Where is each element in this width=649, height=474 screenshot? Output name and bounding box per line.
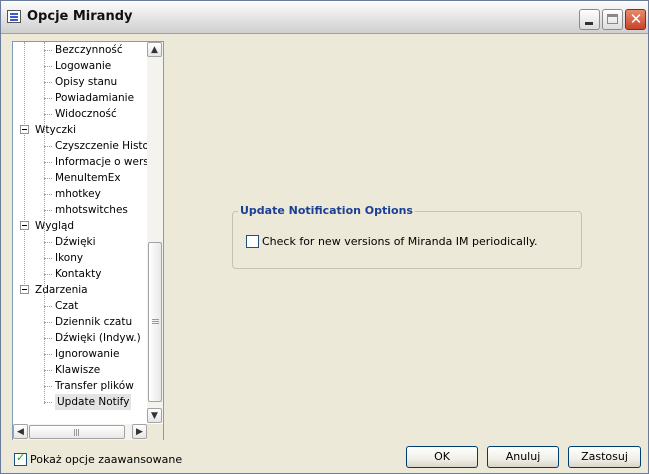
advanced-options-label[interactable]: Pokaż opcje zaawansowane [30, 453, 182, 466]
tree-item[interactable]: Czyszczenie Histori [55, 138, 156, 154]
tree-connector [44, 242, 52, 243]
tree-item[interactable]: Dźwięki (Indyw.) [55, 330, 141, 346]
tree-vertical-scrollbar[interactable]: ▲ ▼ [147, 42, 163, 423]
tree-group-item[interactable]: Zdarzenia [35, 282, 88, 298]
chevron-left-icon: ◀ [17, 427, 24, 437]
collapse-icon[interactable] [20, 221, 29, 230]
scroll-thumb-vertical[interactable] [148, 242, 162, 402]
tree-connector [44, 194, 52, 195]
tree-connector [44, 386, 52, 387]
tree-item[interactable]: Opisy stanu [55, 74, 117, 90]
minimize-button[interactable] [579, 9, 600, 30]
scroll-left-button[interactable]: ◀ [13, 424, 28, 439]
tree-connector [44, 162, 52, 163]
tree-connector [44, 258, 52, 259]
app-icon [7, 10, 21, 23]
tree-connector [44, 210, 52, 211]
tree-connector [44, 66, 52, 67]
tree-item[interactable]: Informacje o wersji [55, 154, 155, 170]
tree-item[interactable]: Transfer plików [55, 378, 134, 394]
scroll-thumb-horizontal[interactable] [29, 425, 125, 439]
tree-item[interactable]: mhotkey [55, 186, 101, 202]
scroll-right-button[interactable]: ▶ [132, 424, 147, 439]
tree-item[interactable]: Kontakty [55, 266, 101, 282]
chevron-right-icon: ▶ [136, 427, 143, 437]
tree-item[interactable]: Powiadamianie [55, 90, 134, 106]
tree-connector [44, 338, 52, 339]
close-button[interactable]: ✕ [625, 9, 646, 30]
periodic-check-label[interactable]: Check for new versions of Miranda IM per… [262, 235, 537, 248]
periodic-check-checkbox[interactable] [246, 235, 259, 248]
group-title: Update Notification Options [238, 204, 415, 217]
chevron-down-icon: ▼ [151, 411, 158, 421]
tree-connector [44, 402, 52, 403]
scroll-corner [147, 424, 163, 440]
options-window: Opcje Mirandy ✕ Bezczynność Logowanie Opis… [0, 0, 649, 474]
tree-connector [44, 114, 52, 115]
update-notification-group: Update Notification Options Check for ne… [232, 204, 582, 269]
window-title: Opcje Mirandy [27, 9, 133, 24]
tree-item[interactable]: Ignorowanie [55, 346, 119, 362]
tree-connector [44, 322, 52, 323]
title-bar[interactable]: Opcje Mirandy ✕ [1, 1, 648, 34]
cancel-button[interactable]: Anuluj [487, 446, 559, 468]
chevron-up-icon: ▲ [151, 45, 158, 55]
tree-item[interactable]: Bezczynność [55, 42, 123, 58]
tree-connector [44, 146, 52, 147]
tree-item[interactable]: Dźwięki [55, 234, 96, 250]
collapse-icon[interactable] [20, 125, 29, 134]
apply-button[interactable]: Zastosuj [568, 446, 641, 468]
tree-connector [44, 274, 52, 275]
tree-line [44, 42, 45, 404]
scroll-down-button[interactable]: ▼ [147, 408, 162, 423]
maximize-button[interactable] [602, 9, 623, 30]
tree-horizontal-scrollbar[interactable]: ◀ ▶ [13, 424, 147, 440]
tree-line [24, 42, 25, 292]
tree-connector [44, 306, 52, 307]
tree-group-item[interactable]: Wygląd [35, 218, 74, 234]
tree-connector [44, 50, 52, 51]
options-tree[interactable]: Bezczynność Logowanie Opisy stanu Powiadami… [12, 41, 164, 440]
grip-icon [74, 429, 75, 436]
tree-item[interactable]: Czat [55, 298, 78, 314]
tree-item[interactable]: Klawisze [55, 362, 100, 378]
ok-button[interactable]: OK [406, 446, 478, 468]
tree-item-selected[interactable]: Update Notify [55, 394, 132, 410]
close-icon: ✕ [629, 10, 643, 28]
tree-connector [44, 178, 52, 179]
tree-item[interactable]: mhotswitches [55, 202, 128, 218]
advanced-options-checkbox[interactable] [14, 451, 27, 466]
tree-connector [44, 354, 52, 355]
tree-item[interactable]: Dziennik czatu [55, 314, 132, 330]
maximize-icon [607, 14, 618, 24]
tree-group-item[interactable]: Wtyczki [35, 122, 76, 138]
minimize-icon [585, 22, 593, 25]
grip-icon [152, 319, 159, 320]
tree-item[interactable]: Widoczność [55, 106, 117, 122]
tree-item[interactable]: Logowanie [55, 58, 111, 74]
tree-connector [44, 98, 52, 99]
tree-connector [44, 82, 52, 83]
collapse-icon[interactable] [20, 285, 29, 294]
tree-connector [44, 370, 52, 371]
tree-item[interactable]: Ikony [55, 250, 83, 266]
scroll-up-button[interactable]: ▲ [147, 42, 162, 57]
tree-item[interactable]: MenuItemEx [55, 170, 121, 186]
